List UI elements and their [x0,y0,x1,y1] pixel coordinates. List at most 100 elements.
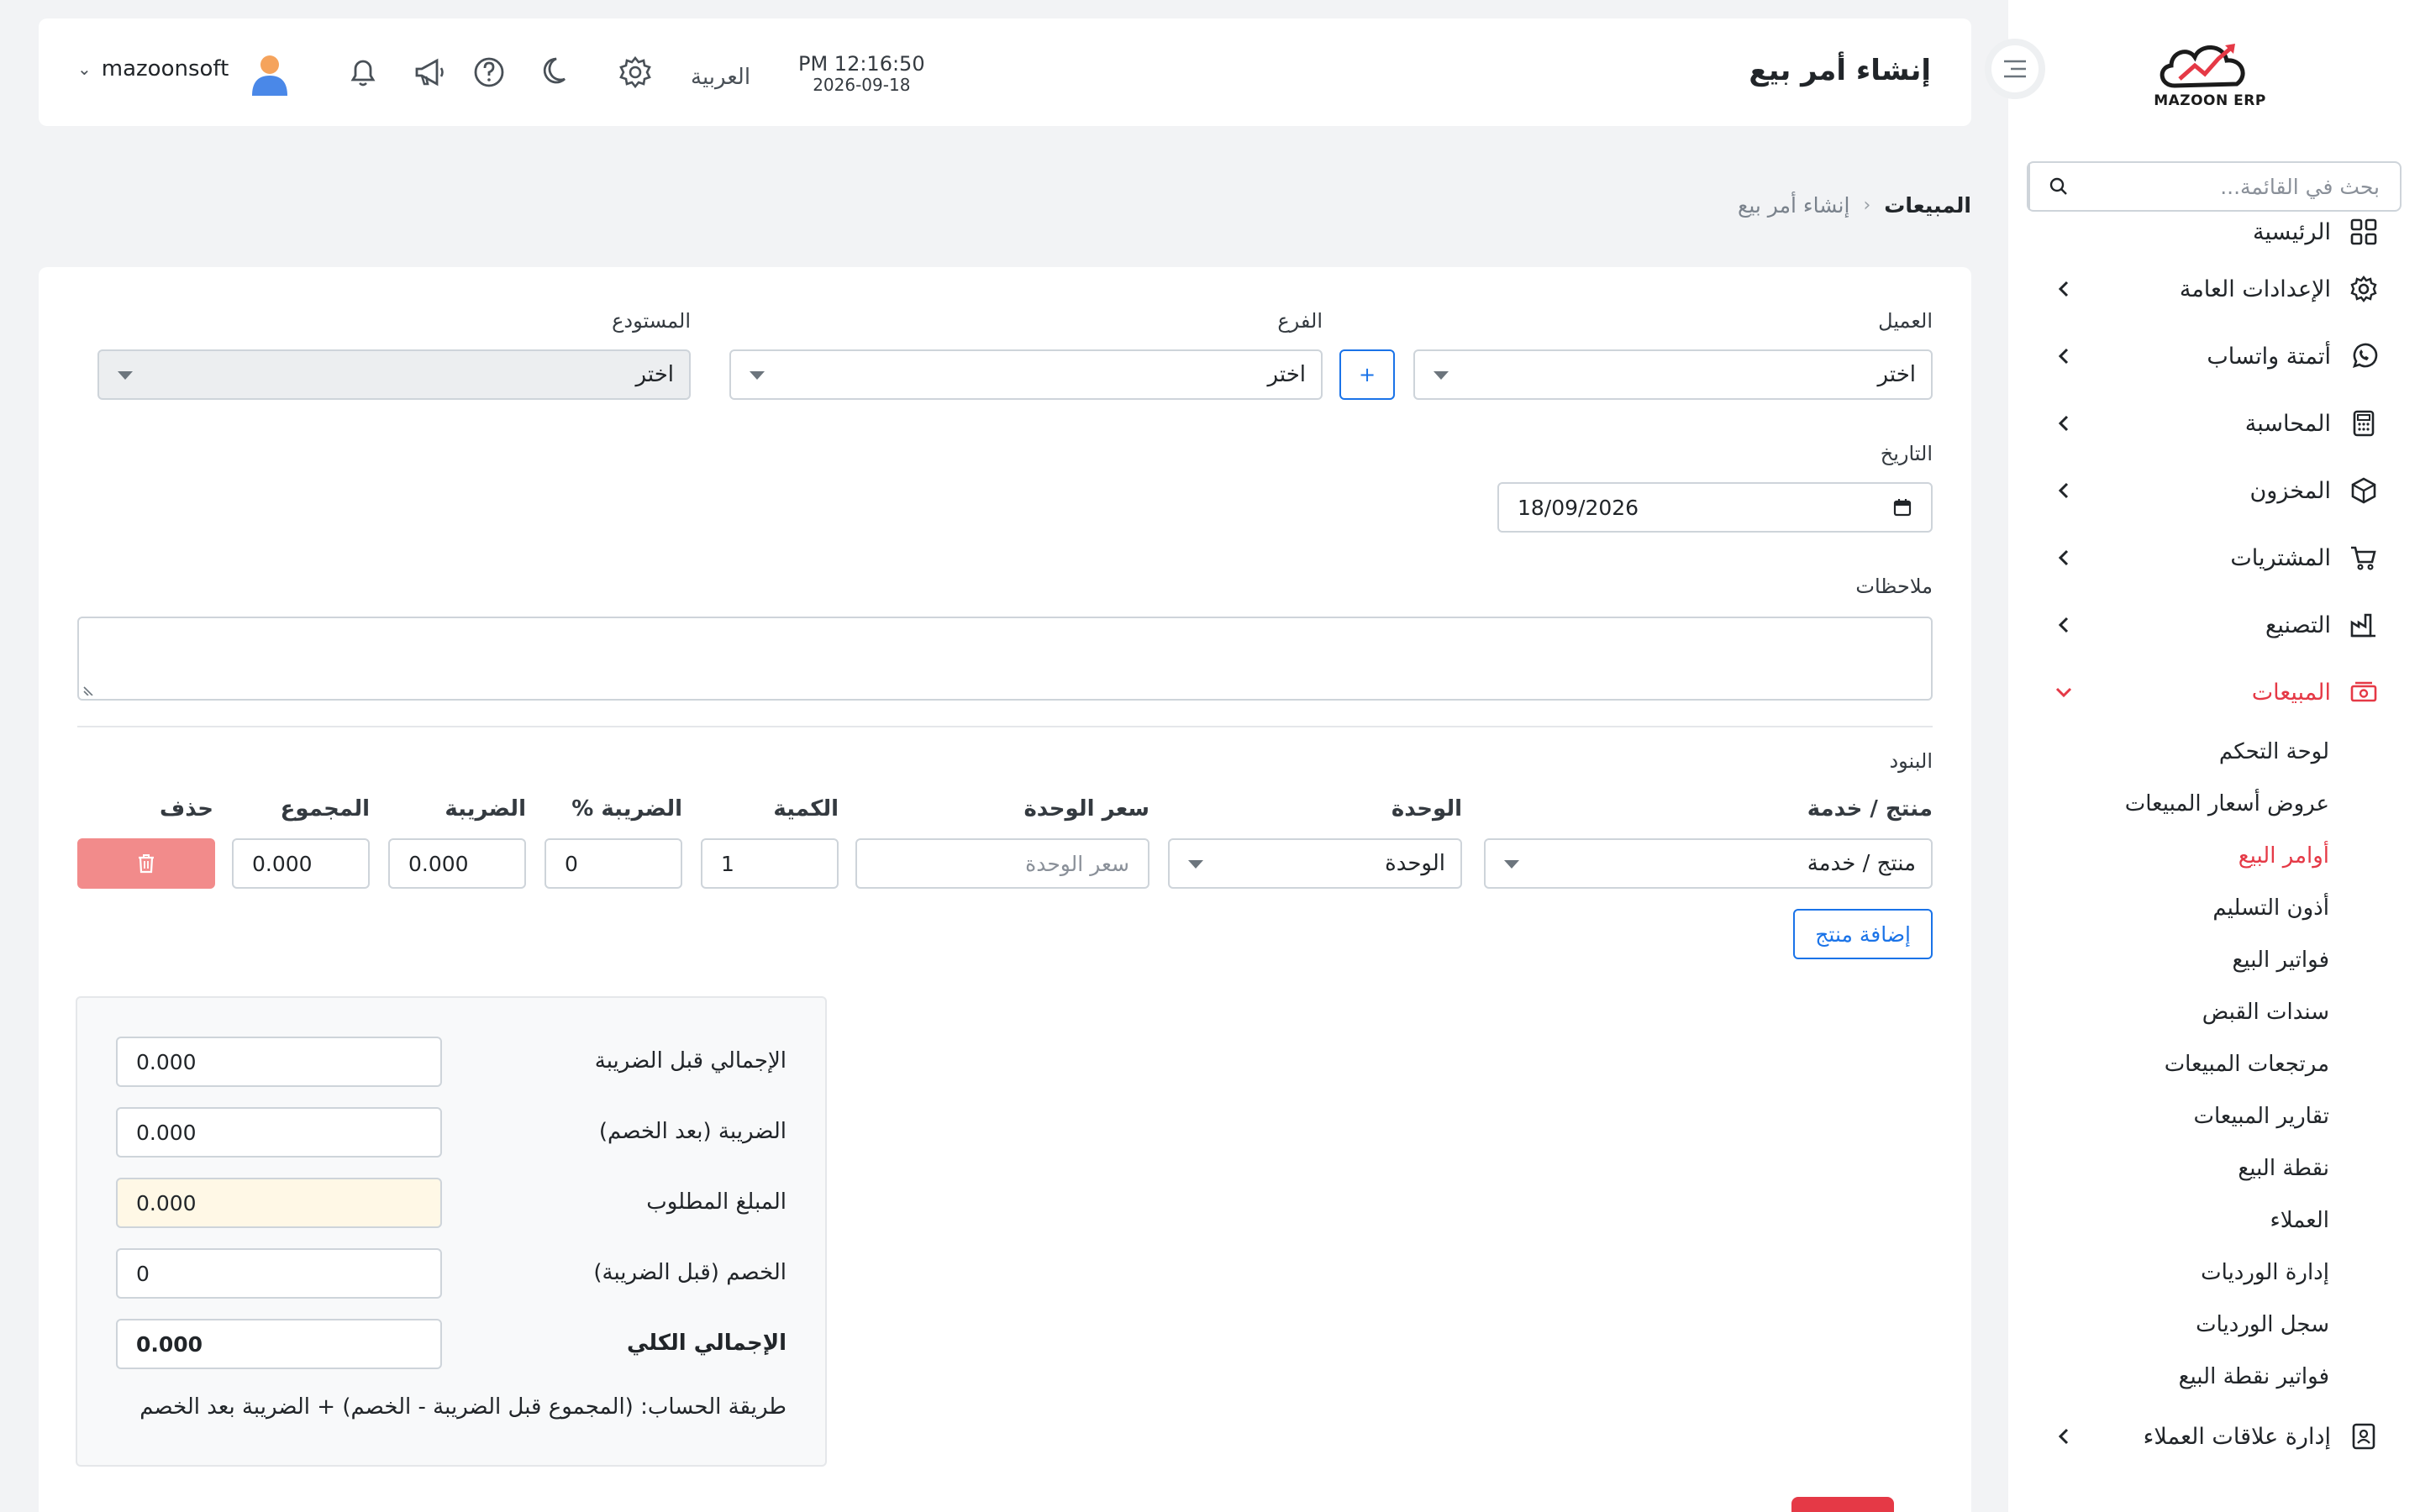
customer-select[interactable]: اختر [1413,349,1933,400]
submenu-sales-invoices[interactable]: فواتير البيع [2008,934,2329,986]
col-product: منتج / خدمة [1807,796,1933,822]
items-label: البنود [1889,749,1933,773]
branch-select[interactable]: اختر [729,349,1323,400]
tax-after-discount-field[interactable]: 0.000 [116,1107,442,1158]
chevron-left-icon [2058,617,2069,633]
sidebar-search-input[interactable]: بحث في القائمة... [2087,175,2400,199]
sidebar: MAZOON ERP بحث في القائمة... الرئيسية ال… [2008,0,2420,1512]
calendar-icon[interactable] [1892,497,1912,517]
submenu-sales-orders[interactable]: أوامر البيع [2008,830,2329,882]
tax-after-discount-label: الضريبة (بعد الخصم) [598,1119,786,1144]
breadcrumb: المبيعات ‹ إنشاء أمر بيع [1738,193,1971,218]
moon-icon[interactable] [539,54,576,91]
sidebar-item-sales[interactable]: المبيعات [2008,659,2420,726]
user-menu[interactable]: ⌄ mazoonsoft [77,56,229,81]
sales-order-form: العميل اختر + الفرع اختر المستودع اختر ا… [39,267,1971,1512]
sidebar-search[interactable]: بحث في القائمة... [2027,161,2402,212]
add-product-button[interactable]: إضافة منتج [1793,909,1933,959]
unit-select-value: الوحدة [1385,851,1445,876]
tax-input[interactable]: 0.000 [388,838,526,889]
caret-down-icon [1188,860,1203,869]
divider [77,726,1933,727]
caret-down-icon [1504,860,1519,869]
sidebar-item-label: المبيعات [2251,679,2331,706]
calculator-icon [2353,410,2375,437]
submenu-sales-reports[interactable]: تقارير المبيعات [2008,1090,2329,1142]
sidebar-item-settings[interactable]: الإعدادات العامة [2008,255,2420,323]
gear-icon [2350,276,2377,302]
tax-pct-input[interactable]: 0 [544,838,682,889]
date-label: التاريخ [1880,442,1933,465]
breadcrumb-sales-link[interactable]: المبيعات [1884,193,1971,218]
date-input[interactable]: 18/09/2026 [1497,482,1933,533]
save-button[interactable] [1791,1497,1894,1512]
sidebar-item-label: الرئيسية [2253,218,2331,245]
caret-down-icon [118,371,133,380]
col-total: المجموع [280,796,370,822]
chevron-down-icon: ⌄ [77,59,92,79]
product-select[interactable]: منتج / خدمة [1484,838,1933,889]
help-icon[interactable] [471,54,508,91]
submenu-receipts[interactable]: سندات القبض [2008,986,2329,1038]
sidebar-item-label: المشتريات [2230,544,2331,571]
branch-label: الفرع [1277,309,1323,333]
col-tax-pct: الضريبة % [571,796,682,822]
totals-summary: الإجمالي قبل الضريبة 0.000 الضريبة (بعد … [76,996,827,1467]
resize-handle-icon[interactable] [82,682,96,696]
discount-label: الخصم (قبل الضريبة) [593,1260,786,1285]
branch-select-value: اختر [1267,362,1307,387]
submenu-delivery-notes[interactable]: أذون التسليم [2008,882,2329,934]
submenu-shift-log[interactable]: سجل الورديات [2008,1299,2329,1351]
megaphone-icon[interactable] [412,54,449,91]
sidebar-item-inventory[interactable]: المخزون [2008,457,2420,524]
search-button[interactable] [2028,163,2087,210]
sidebar-item-manufacturing[interactable]: التصنيع [2008,591,2420,659]
chevron-left-icon [2058,482,2069,499]
submenu-pos-invoices[interactable]: فواتير نقطة البيع [2008,1351,2329,1403]
add-customer-button[interactable]: + [1339,349,1395,400]
submenu-shift-management[interactable]: إدارة الورديات [2008,1247,2329,1299]
caret-down-icon [750,371,765,380]
gear-icon[interactable] [617,54,654,91]
breadcrumb-current: إنشاء أمر بيع [1738,193,1850,218]
grand-total-field[interactable]: 0.000 [116,1319,442,1369]
sidebar-item-purchases[interactable]: المشتريات [2008,524,2420,591]
unit-price-input[interactable]: سعر الوحدة [855,838,1150,889]
chevron-left-icon [2058,415,2069,432]
username: mazoonsoft [101,56,229,81]
notes-textarea[interactable] [77,617,1933,701]
sidebar-item-crm[interactable]: إدارة علاقات العملاء [2008,1403,2420,1470]
submenu-sales-quotes[interactable]: عروض أسعار المبيعات [2008,778,2329,830]
header-clock: PM 12:16:50 2026-09-18 [798,52,925,94]
grid-icon [2350,218,2377,245]
cart-icon [2351,546,2376,570]
submenu-pos[interactable]: نقطة البيع [2008,1142,2329,1194]
qty-input[interactable]: 1 [701,838,839,889]
sidebar-item-home[interactable]: الرئيسية [2008,208,2420,255]
discount-field[interactable]: 0 [116,1248,442,1299]
sidebar-toggle-button[interactable] [1985,39,2045,99]
whatsapp-icon [2352,343,2378,369]
mazoon-logo[interactable]: MAZOON ERP [2151,37,2269,113]
amount-due-field[interactable]: 0.000 [116,1178,442,1228]
submenu-customers[interactable]: العملاء [2008,1194,2329,1247]
delete-row-button[interactable] [77,838,215,889]
customer-label: العميل [1878,309,1933,333]
unit-select[interactable]: الوحدة [1168,838,1462,889]
col-unit: الوحدة [1391,796,1462,822]
warehouse-select[interactable]: اختر [97,349,691,400]
sidebar-item-accounting[interactable]: المحاسبة [2008,390,2420,457]
avatar[interactable] [249,52,291,97]
sidebar-item-whatsapp[interactable]: أتمتة واتساب [2008,323,2420,390]
sidebar-item-label: المحاسبة [2244,410,2331,437]
total-input[interactable]: 0.000 [232,838,370,889]
language-switch[interactable]: العربية [691,65,750,90]
subtotal-field[interactable]: 0.000 [116,1037,442,1087]
submenu-sales-returns[interactable]: مرتجعات المبيعات [2008,1038,2329,1090]
chevron-left-icon [2058,348,2069,365]
submenu-dashboard[interactable]: لوحة التحكم [2008,726,2329,778]
bell-icon[interactable] [345,54,381,91]
date-input-value: 18/09/2026 [1518,495,1639,520]
box-icon [2351,477,2376,504]
col-unit-price: سعر الوحدة [1023,796,1150,822]
